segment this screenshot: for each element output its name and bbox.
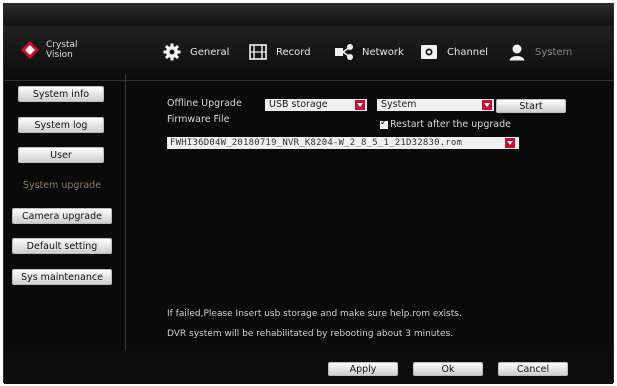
upgrade-source-value: USB storage [269, 99, 328, 110]
apply-button[interactable]: Apply [328, 362, 398, 376]
upgrade-panel: Offline Upgrade USB storage System Start… [126, 81, 615, 351]
note-failed: If failed,Please Insert usb storage and … [167, 309, 462, 319]
share-icon [333, 41, 355, 63]
sidebar-item-system-info[interactable]: System info [18, 86, 104, 102]
cancel-button[interactable]: Cancel [498, 362, 568, 376]
brand-name: Crystal Vision [46, 40, 78, 60]
firmware-file-value: FWHI36D04W_20180719_NVR_K8204-W_2_8_5_1_… [170, 138, 463, 148]
footer-bar: Apply Ok Cancel [4, 351, 613, 384]
upgrade-source-select[interactable]: USB storage [265, 99, 367, 111]
restart-after-upgrade-checkbox[interactable]: Restart after the upgrade [380, 118, 511, 130]
note-reboot: DVR system will be rehabilitated by rebo… [167, 329, 454, 339]
chevron-down-icon [505, 138, 515, 148]
chevron-down-icon [355, 100, 365, 110]
brand-logo: Crystal Vision [20, 40, 78, 60]
brand-line1: Crystal [46, 40, 78, 50]
tab-general-label: General [190, 46, 230, 58]
start-button[interactable]: Start [496, 99, 566, 113]
tab-channel-label: Channel [447, 46, 489, 58]
sidebar-item-camera-upgrade[interactable]: Camera upgrade [12, 208, 112, 224]
top-nav-bar: Crystal Vision General Record Network Ch… [4, 26, 613, 81]
tab-record[interactable]: Record [247, 39, 311, 65]
chevron-down-icon [482, 100, 492, 110]
camera-icon [418, 41, 440, 63]
offline-upgrade-label: Offline Upgrade [167, 98, 242, 109]
tab-record-label: Record [276, 46, 311, 58]
sidebar-item-system-upgrade[interactable]: System upgrade [12, 178, 112, 194]
user-icon [506, 41, 528, 63]
tab-network[interactable]: Network [333, 39, 404, 65]
dvr-window: Crystal Vision General Record Network Ch… [3, 3, 615, 384]
upgrade-target-value: System [381, 99, 417, 110]
ok-button[interactable]: Ok [413, 362, 483, 376]
upgrade-target-select[interactable]: System [377, 99, 494, 111]
logo-mark-icon [20, 40, 40, 60]
sidebar: System info System log User System upgra… [4, 81, 124, 351]
sidebar-item-default-setting[interactable]: Default setting [12, 238, 112, 254]
sidebar-item-system-log[interactable]: System log [18, 117, 104, 133]
tab-network-label: Network [362, 46, 404, 58]
tab-system[interactable]: System [506, 39, 572, 65]
film-icon [247, 41, 269, 63]
sidebar-item-sys-maintenance[interactable]: Sys maintenance [12, 269, 112, 285]
title-strip [4, 4, 613, 26]
restart-after-upgrade-label: Restart after the upgrade [390, 119, 511, 130]
checkbox-checked-icon [380, 118, 388, 129]
sidebar-item-user[interactable]: User [18, 147, 104, 163]
tab-channel[interactable]: Channel [418, 39, 488, 65]
firmware-file-select[interactable]: FWHI36D04W_20180719_NVR_K8204-W_2_8_5_1_… [167, 137, 519, 149]
brand-line2: Vision [46, 50, 73, 60]
tab-general[interactable]: General [161, 39, 229, 65]
firmware-file-label: Firmware File [167, 114, 230, 125]
tab-system-label: System [535, 46, 573, 58]
gear-icon [161, 41, 183, 63]
